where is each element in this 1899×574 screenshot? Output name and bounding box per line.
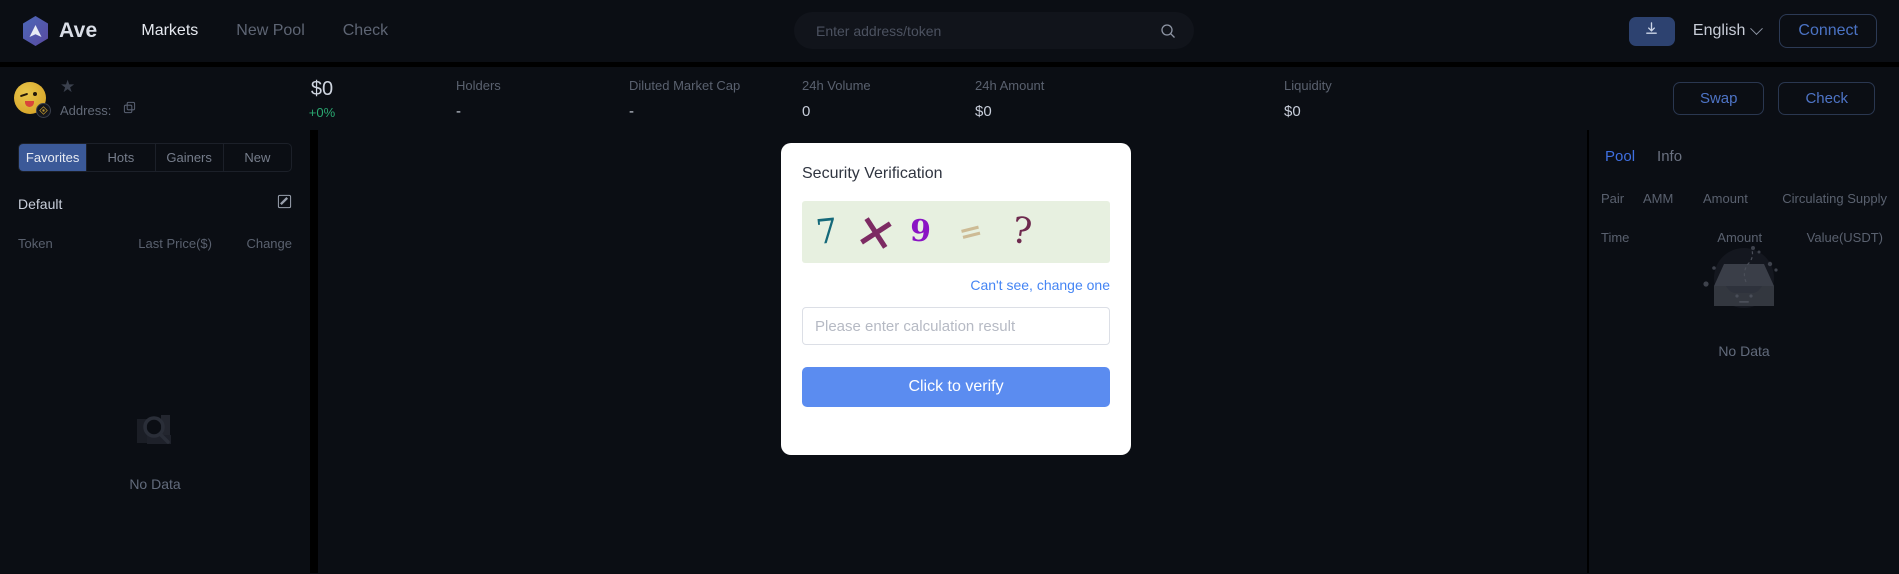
- captcha-char-2: 9: [909, 213, 932, 250]
- captcha-answer-input[interactable]: [802, 307, 1110, 345]
- captcha-char-1: ×: [850, 201, 902, 263]
- verify-button[interactable]: Click to verify: [802, 367, 1110, 407]
- captcha-char-0: 7: [813, 210, 840, 254]
- refresh-captcha-link[interactable]: Can't see, change one: [802, 277, 1110, 293]
- captcha-char-3: =: [954, 212, 986, 251]
- modal-overlay: Security Verification 7 × 9 =? Can't see, c…: [0, 0, 1899, 574]
- captcha-char-4: ?: [1009, 209, 1035, 254]
- security-verification-dialog: Security Verification 7 × 9 =? Can't see, c…: [781, 143, 1131, 455]
- captcha-image: 7 × 9 =?: [802, 201, 1110, 263]
- modal-title: Security Verification: [802, 165, 943, 182]
